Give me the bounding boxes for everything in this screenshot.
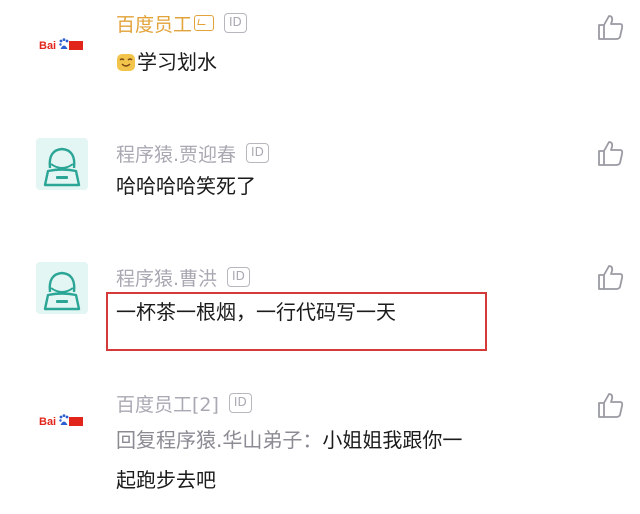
comment-header: 百度员工 ID [116,10,247,37]
comment-item: Bai 百度员工 ID 学习划水 [0,0,640,110]
comment-body: 学习划水 [137,50,217,74]
comment-header: 程序猿.曹洪 ID [116,264,250,291]
highlight-box [106,292,487,351]
smiling-face-emoji-icon [117,54,135,71]
comment-header: 百度员工[2] ID [116,390,252,417]
id-badge: ID [227,267,250,287]
username[interactable]: 程序猿.贾迎春 [116,140,236,167]
comment-body: 起跑步去吧 [116,468,216,492]
comment-body: 哈哈哈哈笑死了 [116,174,256,198]
comment-item: Bai 百度员工[2] ID 回复程序猿.华山弟子：小姐姐我跟你一 起跑步去吧 [0,370,640,514]
thumbs-up-icon[interactable] [596,390,626,420]
baidu-logo-icon: Bai [39,38,83,52]
username[interactable]: 程序猿.曹洪 [116,264,217,291]
svg-text:Bai: Bai [39,416,56,428]
avatar[interactable]: Bai [36,390,88,442]
thumbs-up-icon[interactable] [596,12,626,42]
comment-text: 回复程序猿.华山弟子：小姐姐我跟你一 起跑步去吧 [116,420,462,500]
baidu-logo-icon: Bai [39,414,83,428]
comment-body: 小姐姐我跟你一 [322,428,463,452]
reply-prefix[interactable]: 回复程序猿.华山弟子： [116,428,322,452]
thumbs-up-icon[interactable] [596,262,626,292]
avatar[interactable] [36,262,88,314]
comment-text: 哈哈哈哈笑死了 [116,166,256,206]
avatar[interactable] [36,138,88,190]
id-badge: ID [246,143,269,163]
svg-text:Bai: Bai [39,40,56,52]
comment-header: 程序猿.贾迎春 ID [116,140,269,167]
comment-item: 程序猿.贾迎春 ID 哈哈哈哈笑死了 [0,110,640,230]
thumbs-up-icon[interactable] [596,138,626,168]
vip-badge-icon [194,15,215,31]
username[interactable]: 百度员工[2] [116,390,219,417]
username[interactable]: 百度员工 [116,10,192,37]
comment-text: 学习划水 [116,42,217,82]
id-badge: ID [224,13,247,33]
coder-avatar-icon [43,271,81,311]
coder-avatar-icon [43,147,81,187]
avatar[interactable]: Bai [36,14,88,66]
id-badge: ID [228,393,252,413]
